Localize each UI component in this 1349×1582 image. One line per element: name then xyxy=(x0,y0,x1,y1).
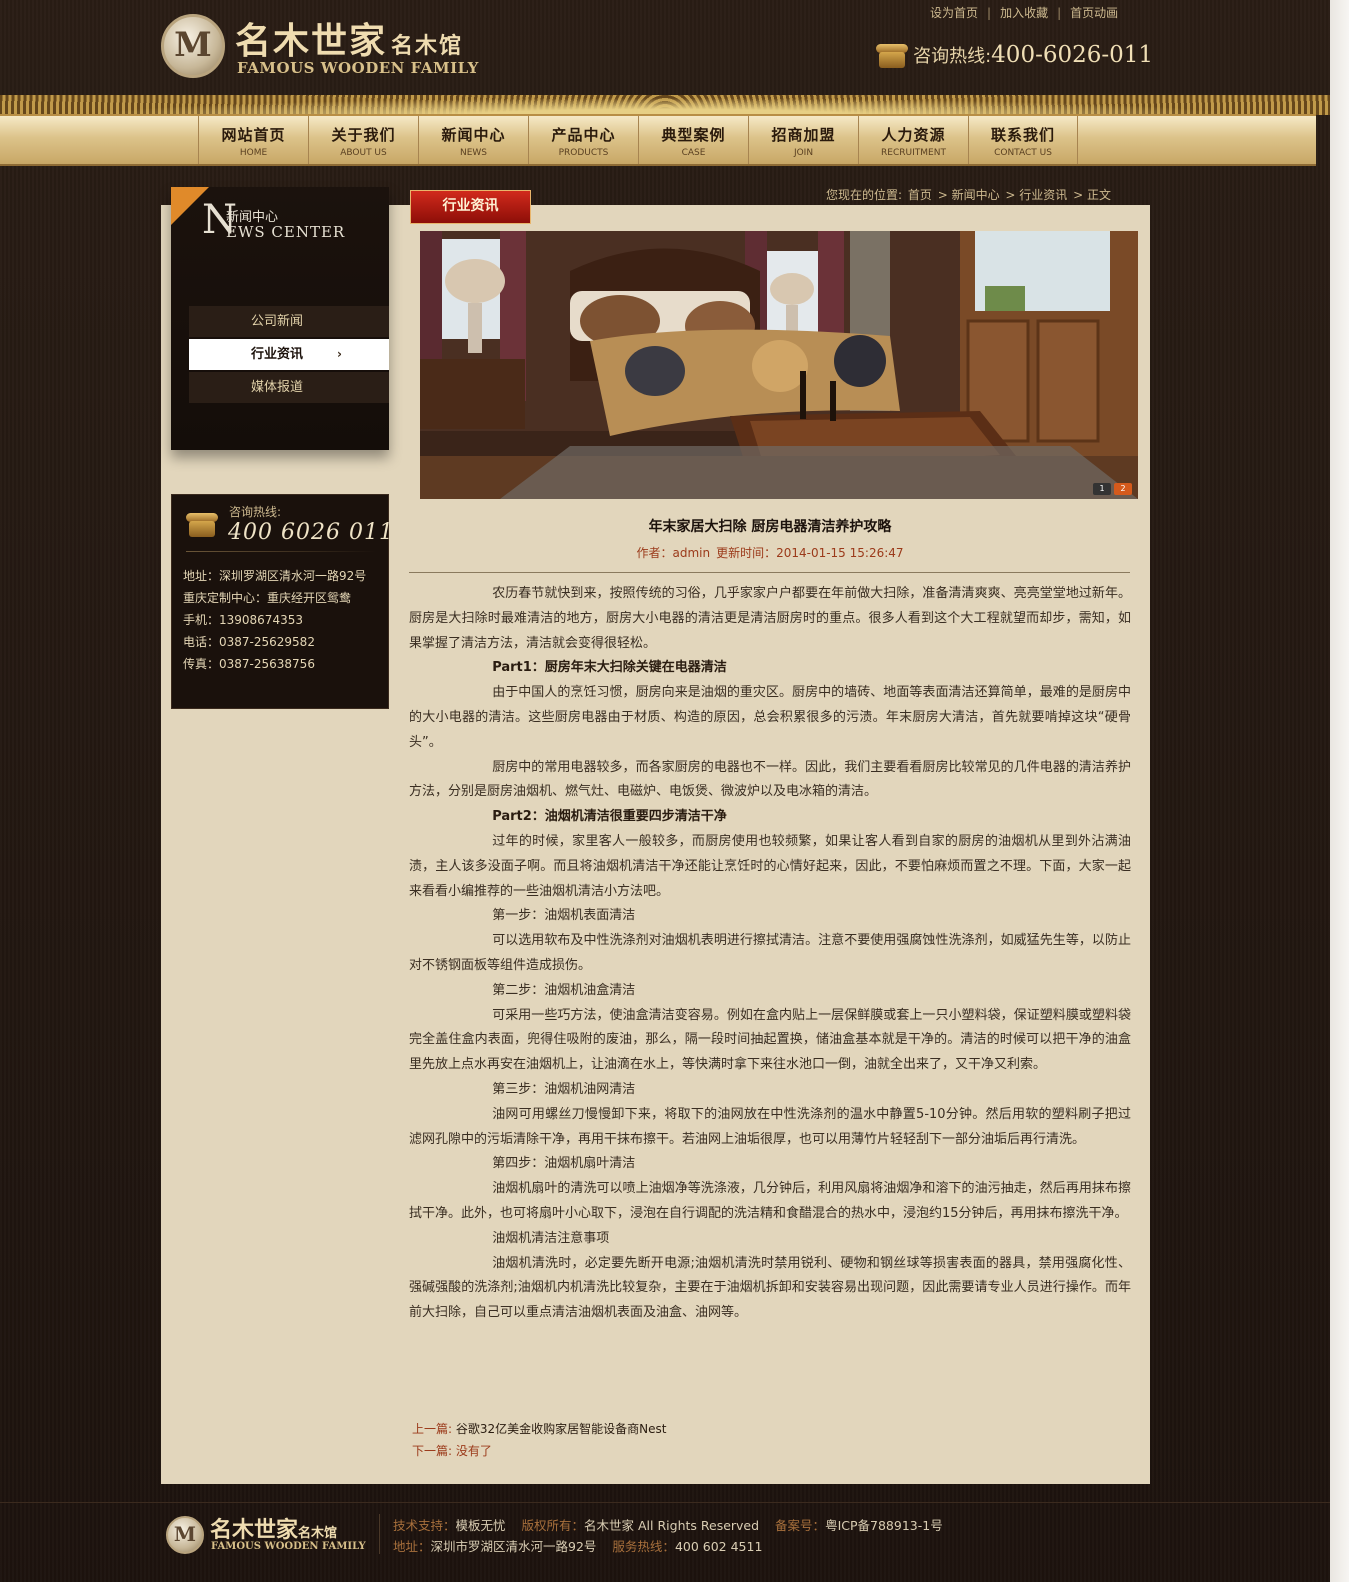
footer-info: 技术支持：模板无忧 版权所有：名木世家 All Rights Reserved … xyxy=(393,1518,943,1554)
hotline-number: 400-6026-011 xyxy=(991,42,1154,68)
contact-hotline-number: 400 6026 011 xyxy=(228,520,394,545)
article-title: 年末家居大扫除 厨房电器清洁养护攻略 xyxy=(648,519,892,535)
logo-chinese-name: 名木世家 名木馆 xyxy=(235,20,464,62)
menu-industry-news[interactable]: 行业资讯 › xyxy=(189,339,389,370)
article-divider xyxy=(409,572,1130,573)
menu-company-news[interactable]: 公司新闻 xyxy=(189,306,389,337)
article-paragraph: 第一步：油烟机表面清洁 xyxy=(492,908,636,924)
previous-article: 上一篇: 谷歌32亿美金收购家居智能设备商Nest xyxy=(412,1422,667,1436)
site-logo[interactable]: M 名木世家 名木馆 FAMOUS WOODEN FAMILY xyxy=(161,12,491,82)
contact-phone: 电话：0387-25629582 xyxy=(183,635,315,649)
article-paragraph: 过年的时候，家里客人一般较多，而厨房使用也较频繁，如果让客人看到自家的厨房的油烟… xyxy=(409,833,1131,899)
article-paragraph: 油烟机扇叶的清洗可以喷上油烟净等洗涤液，几分钟后，利用风扇将油烟净和溶下的油污抽… xyxy=(409,1181,1131,1221)
top-links: 设为首页 | 加入收藏 | 首页动画 xyxy=(930,6,1119,20)
slide-dot-2[interactable]: 2 xyxy=(1114,483,1132,495)
breadcrumb: 您现在的位置: 首页 > 新闻中心 > 行业资讯 > 正文 xyxy=(826,186,1113,203)
telephone-icon xyxy=(186,509,218,539)
nav-contact-us[interactable]: 联系我们 CONTACT US xyxy=(968,116,1078,164)
article-paragraph: 第四步：油烟机扇叶清洁 xyxy=(492,1156,636,1172)
article-paragraph: 第三步：油烟机油网清洁 xyxy=(492,1081,636,1097)
footer-service-hotline: 400 602 4511 xyxy=(674,1539,763,1554)
next-article: 下一篇: 没有了 xyxy=(412,1444,492,1458)
section-tab: 行业资讯 xyxy=(410,190,531,224)
breadcrumb-home[interactable]: 首页 xyxy=(908,188,932,202)
article-hero-image: 1 2 xyxy=(420,231,1138,499)
menu-media-reports[interactable]: 媒体报道 xyxy=(189,372,389,403)
article-paragraph: 可以选用软布及中性洗涤剂对油烟机表明进行擦拭清洁。注意不要使用强腐蚀性洗涤剂，如… xyxy=(409,933,1131,973)
slider-controls: 1 2 xyxy=(1093,483,1132,495)
contact-hotline-label: 咨询热线: xyxy=(229,505,282,519)
breadcrumb-label: 您现在的位置: xyxy=(826,188,903,202)
article-paragraph: 第二步：油烟机油盒清洁 xyxy=(492,982,636,998)
footer-logo[interactable]: M 名木世家名木馆 FAMOUS WOODEN FAMILY xyxy=(166,1514,366,1558)
article-paragraph: 油烟机清洁注意事项 xyxy=(492,1230,610,1246)
nav-home[interactable]: 网站首页 HOME xyxy=(198,116,308,164)
bedroom-illustration xyxy=(420,231,1138,499)
nav-join[interactable]: 招商加盟 JOIN xyxy=(748,116,858,164)
footer-logo-chinese: 名木世家名木馆 xyxy=(210,1517,338,1543)
article-author: 作者：admin xyxy=(636,546,711,560)
set-homepage-link[interactable]: 设为首页 xyxy=(930,6,978,20)
breadcrumb-current: > 正文 xyxy=(1073,188,1111,202)
article-paragraph: 厨房中的常用电器较多，而各家厨房的电器也不一样。因此，我们主要看看厨房比较常见的… xyxy=(409,759,1131,800)
footer-tech-support: 模板无忧 xyxy=(455,1518,506,1533)
hotline-label: 咨询热线: xyxy=(913,46,992,67)
footer-logo-badge: M xyxy=(166,1516,204,1554)
footer-divider xyxy=(0,1502,1330,1503)
window-scroll-strip xyxy=(1330,0,1349,1582)
nav-news[interactable]: 新闻中心 NEWS xyxy=(418,116,528,164)
contact-mobile: 手机：13908674353 xyxy=(183,613,303,627)
contact-details: 地址：深圳罗湖区清水河一路92号 重庆定制中心：重庆经开区鸳鸯 手机：13908… xyxy=(183,565,366,675)
homepage-animation-link[interactable]: 首页动画 xyxy=(1070,6,1118,20)
nav-case[interactable]: 典型案例 CASE xyxy=(638,116,748,164)
footer-copyright: 名木世家 All Rights Reserved xyxy=(584,1518,760,1533)
logo-badge: M xyxy=(161,14,225,78)
previous-article-link[interactable]: 谷歌32亿美金收购家居智能设备商Nest xyxy=(456,1422,667,1436)
contact-custom-center: 重庆定制中心：重庆经开区鸳鸯 xyxy=(183,591,352,605)
breadcrumb-industry[interactable]: > 行业资讯 xyxy=(1005,188,1067,202)
article-paragraph: 可采用一些巧方法，使油盒清洁变容易。例如在盒内贴上一层保鲜膜或套上一只小塑料袋，… xyxy=(409,1007,1131,1073)
footer-separator xyxy=(379,1514,380,1554)
footer-icp[interactable]: 粤ICP备788913-1号 xyxy=(825,1518,943,1533)
article-subheading: Part1：厨房年末大扫除关键在电器清洁 xyxy=(492,660,727,676)
article-paragraph: 由于中国人的烹饪习惯，厨房向来是油烟的重灾区。厨房中的墙砖、地面等表面清洁还算简… xyxy=(409,685,1131,750)
contact-address: 地址：深圳罗湖区清水河一路92号 xyxy=(183,569,367,583)
article-meta: 作者：admin 更新时间：2014-01-15 15:26:47 xyxy=(410,544,1130,561)
chevron-right-icon: › xyxy=(337,347,342,361)
article-navigation: 上一篇: 谷歌32亿美金收购家居智能设备商Nest 下一篇: 没有了 xyxy=(412,1418,666,1462)
footer-address: 深圳市罗湖区清水河一路92号 xyxy=(430,1539,597,1554)
article-updated-time: 更新时间：2014-01-15 15:26:47 xyxy=(716,546,904,560)
nav-about-us[interactable]: 关于我们 ABOUT US xyxy=(308,116,418,164)
article-paragraph: 油烟机清洗时，必定要先断开电源;油烟机清洗时禁用锐利、硬物和钢丝球等损害表面的器… xyxy=(409,1255,1131,1321)
divider xyxy=(186,551,376,552)
logo-english-name: FAMOUS WOODEN FAMILY xyxy=(237,59,479,77)
breadcrumb-news[interactable]: > 新闻中心 xyxy=(938,188,1000,202)
header-ornament xyxy=(0,95,1330,115)
article-paragraph: 农历春节就快到来，按照传统的习俗，几乎家家户户都要在年前做大扫除，准备清清爽爽、… xyxy=(409,586,1131,651)
main-navigation: 网站首页 HOME 关于我们 ABOUT US 新闻中心 NEWS 产品中心 PRODU… xyxy=(0,114,1316,166)
add-favorite-link[interactable]: 加入收藏 xyxy=(1000,6,1048,20)
slide-dot-1[interactable]: 1 xyxy=(1093,483,1111,495)
header-hotline: 咨询热线:400-6026-011 xyxy=(876,40,1153,76)
telephone-icon xyxy=(876,40,908,70)
nav-recruitment[interactable]: 人力资源 RECRUITMENT xyxy=(858,116,968,164)
news-category-menu: 公司新闻 行业资讯 › 媒体报道 xyxy=(189,306,389,405)
footer-logo-english: FAMOUS WOODEN FAMILY xyxy=(211,1541,366,1552)
contact-box: 咨询热线: 400 6026 011 地址：深圳罗湖区清水河一路92号 重庆定制… xyxy=(171,494,393,709)
contact-fax: 传真：0387-25638756 xyxy=(183,657,315,671)
article-paragraph: 油网可用螺丝刀慢慢卸下来，将取下的油网放在中性洗涤剂的温水中静置5-10分钟。然… xyxy=(409,1106,1131,1147)
nav-products[interactable]: 产品中心 PRODUCTS xyxy=(528,116,638,164)
next-article-text: 没有了 xyxy=(455,1444,492,1458)
article-body: 农历春节就快到来，按照传统的习俗，几乎家家户户都要在年前做大扫除，准备清清爽爽、… xyxy=(409,582,1131,1326)
article-subheading: Part2：油烟机清洁很重要四步清洁干净 xyxy=(492,809,727,825)
